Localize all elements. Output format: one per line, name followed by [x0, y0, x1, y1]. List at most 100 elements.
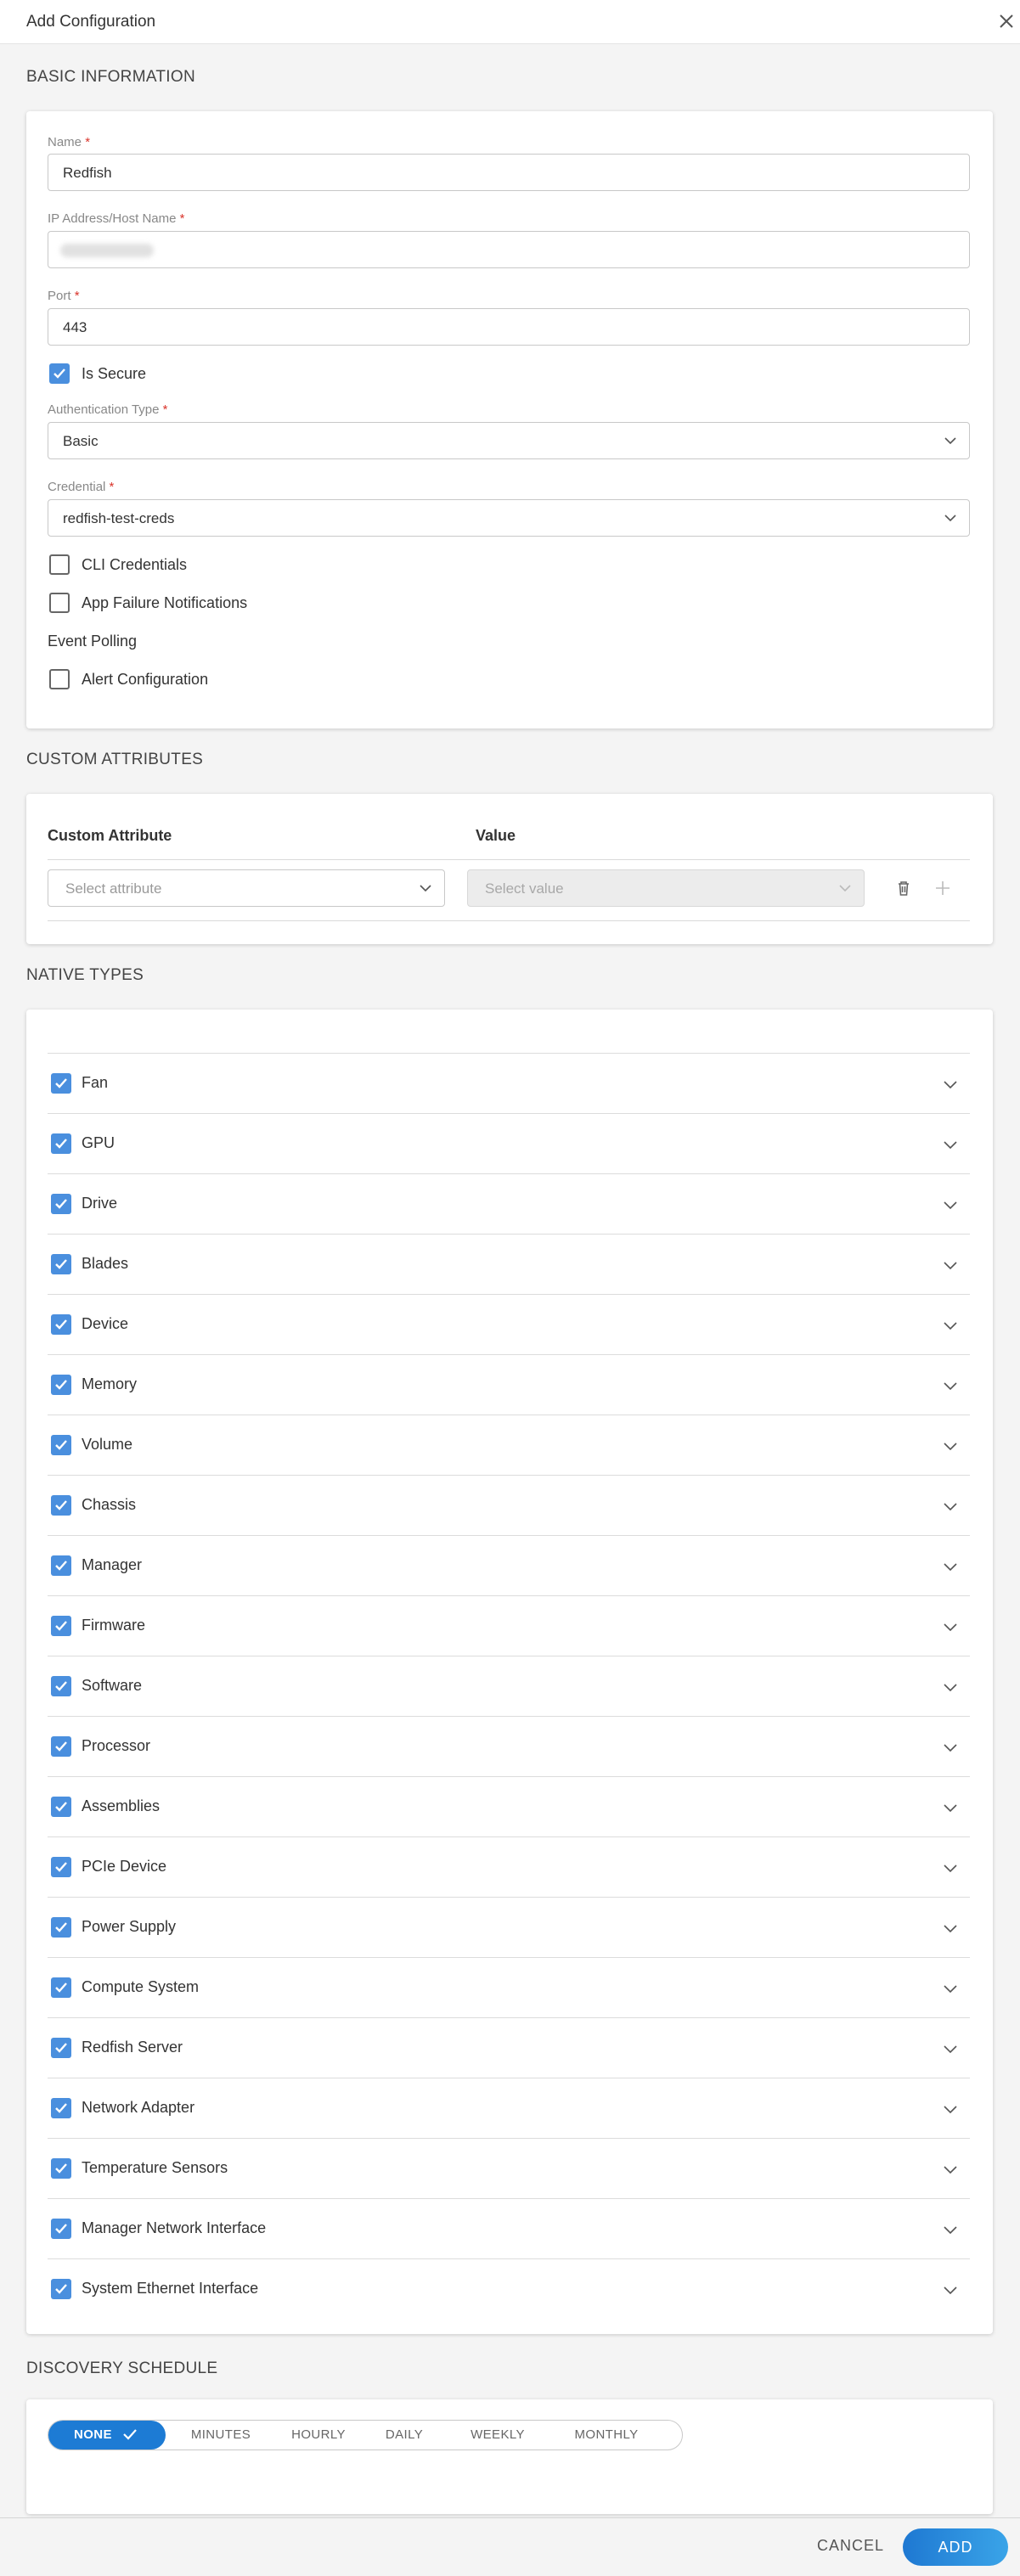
native-type-row[interactable]: PCIe Device: [48, 1836, 970, 1897]
chevron-down-icon[interactable]: [943, 2285, 958, 2295]
name-input[interactable]: Redfish: [48, 154, 970, 191]
native-type-checkbox[interactable]: [51, 1917, 71, 1938]
native-type-row[interactable]: Fan: [48, 1053, 970, 1113]
native-type-checkbox[interactable]: [51, 1194, 71, 1214]
chevron-down-icon[interactable]: [943, 2164, 958, 2174]
native-type-checkbox[interactable]: [51, 2098, 71, 2118]
native-type-label: Memory: [82, 1375, 138, 1392]
schedule-option-hourly[interactable]: HOURLY: [274, 2421, 363, 2449]
check-icon: [55, 1199, 67, 1209]
native-type-checkbox[interactable]: [51, 1375, 71, 1395]
app-failure-label: App Failure Notifications: [82, 594, 248, 611]
ip-input[interactable]: [48, 231, 970, 268]
alert-config-checkbox[interactable]: [49, 669, 70, 689]
native-type-row[interactable]: Device: [48, 1294, 970, 1354]
native-type-label: Redfish Server: [82, 2039, 183, 2056]
native-type-row[interactable]: Compute System: [48, 1957, 970, 2017]
native-type-label: Software: [82, 1677, 143, 1694]
native-type-row[interactable]: Power Supply: [48, 1897, 970, 1957]
native-type-checkbox[interactable]: [51, 2279, 71, 2299]
chevron-down-icon[interactable]: [943, 1501, 958, 1511]
is-secure-checkbox[interactable]: [49, 363, 70, 384]
schedule-option-daily[interactable]: DAILY: [364, 2421, 444, 2449]
cli-credentials-checkbox[interactable]: [49, 554, 70, 575]
chevron-down-icon[interactable]: [943, 1200, 958, 1210]
app-failure-checkbox[interactable]: [49, 593, 70, 613]
schedule-option-none[interactable]: NONE: [48, 2421, 166, 2449]
native-type-checkbox[interactable]: [51, 1676, 71, 1696]
chevron-down-icon[interactable]: [943, 1863, 958, 1873]
chevron-down-icon[interactable]: [943, 1923, 958, 1933]
add-button[interactable]: ADD: [903, 2528, 1008, 2566]
native-type-row[interactable]: Manager: [48, 1535, 970, 1595]
native-type-row[interactable]: Assemblies: [48, 1776, 970, 1836]
native-type-row[interactable]: Manager Network Interface: [48, 2198, 970, 2258]
native-type-checkbox[interactable]: [51, 1736, 71, 1757]
chevron-down-icon[interactable]: [943, 1622, 958, 1632]
close-icon[interactable]: [995, 10, 1017, 32]
schedule-option-weekly[interactable]: WEEKLY: [451, 2421, 544, 2449]
check-icon: [55, 1561, 67, 1571]
check-icon: [55, 1922, 67, 1932]
chevron-down-icon[interactable]: [943, 1742, 958, 1752]
chevron-down-icon[interactable]: [943, 1561, 958, 1572]
native-type-row[interactable]: Blades: [48, 1234, 970, 1294]
chevron-down-icon[interactable]: [943, 1139, 958, 1150]
native-type-checkbox[interactable]: [51, 1616, 71, 1636]
chevron-down-icon[interactable]: [943, 1682, 958, 1692]
chevron-down-icon[interactable]: [943, 1079, 958, 1089]
native-type-row[interactable]: Firmware: [48, 1595, 970, 1656]
auth-type-value: Basic: [63, 433, 99, 449]
chevron-down-icon[interactable]: [943, 1260, 958, 1270]
chevron-down-icon[interactable]: [943, 1441, 958, 1451]
custom-attribute-select[interactable]: Select attribute: [48, 869, 445, 907]
native-type-row[interactable]: Network Adapter: [48, 2078, 970, 2138]
native-type-row[interactable]: GPU: [48, 1113, 970, 1173]
native-type-checkbox[interactable]: [51, 1314, 71, 1335]
native-type-checkbox[interactable]: [51, 1133, 71, 1154]
trash-icon[interactable]: [893, 877, 915, 899]
port-input[interactable]: 443: [48, 308, 970, 346]
native-type-checkbox[interactable]: [51, 1977, 71, 1998]
native-type-checkbox[interactable]: [51, 1857, 71, 1877]
section-title-custom: CUSTOM ATTRIBUTES: [26, 751, 204, 768]
native-type-label: Volume: [82, 1436, 133, 1453]
native-type-row[interactable]: Redfish Server: [48, 2017, 970, 2078]
chevron-down-icon[interactable]: [943, 2044, 958, 2054]
native-type-label: Temperature Sensors: [82, 2159, 228, 2176]
native-type-checkbox[interactable]: [51, 2158, 71, 2179]
native-type-checkbox[interactable]: [51, 1555, 71, 1576]
native-type-checkbox[interactable]: [51, 2038, 71, 2058]
native-type-row[interactable]: Software: [48, 1656, 970, 1716]
native-type-row[interactable]: System Ethernet Interface: [48, 2258, 970, 2319]
chevron-down-icon[interactable]: [943, 2104, 958, 2114]
native-type-row[interactable]: Temperature Sensors: [48, 2138, 970, 2198]
native-type-label: Device: [82, 1315, 129, 1332]
native-type-checkbox[interactable]: [51, 2219, 71, 2239]
cancel-button[interactable]: CANCEL: [817, 2537, 884, 2555]
schedule-option-minutes[interactable]: MINUTES: [174, 2421, 268, 2449]
plus-icon[interactable]: [932, 877, 954, 899]
schedule-option-monthly[interactable]: MONTHLY: [553, 2421, 660, 2449]
native-type-row[interactable]: Processor: [48, 1716, 970, 1776]
credential-select[interactable]: redfish-test-creds: [48, 499, 970, 537]
chevron-down-icon[interactable]: [943, 1983, 958, 1994]
chevron-down-icon[interactable]: [943, 1320, 958, 1330]
chevron-down-icon[interactable]: [943, 1803, 958, 1813]
chevron-down-icon[interactable]: [943, 2224, 958, 2235]
custom-attribute-header: Custom Attribute: [48, 827, 172, 844]
native-type-row[interactable]: Chassis: [48, 1475, 970, 1535]
native-type-checkbox[interactable]: [51, 1073, 71, 1094]
check-icon: [55, 1983, 67, 1993]
native-type-checkbox[interactable]: [51, 1495, 71, 1516]
auth-type-select[interactable]: Basic: [48, 422, 970, 459]
chevron-down-icon[interactable]: [943, 1381, 958, 1391]
native-type-checkbox[interactable]: [51, 1254, 71, 1274]
name-label: Name *: [48, 135, 91, 149]
native-type-row[interactable]: Memory: [48, 1354, 970, 1415]
native-type-row[interactable]: Volume: [48, 1415, 970, 1475]
native-type-checkbox[interactable]: [51, 1435, 71, 1455]
value-select[interactable]: Select value: [467, 869, 865, 907]
native-type-checkbox[interactable]: [51, 1797, 71, 1817]
native-type-row[interactable]: Drive: [48, 1173, 970, 1234]
